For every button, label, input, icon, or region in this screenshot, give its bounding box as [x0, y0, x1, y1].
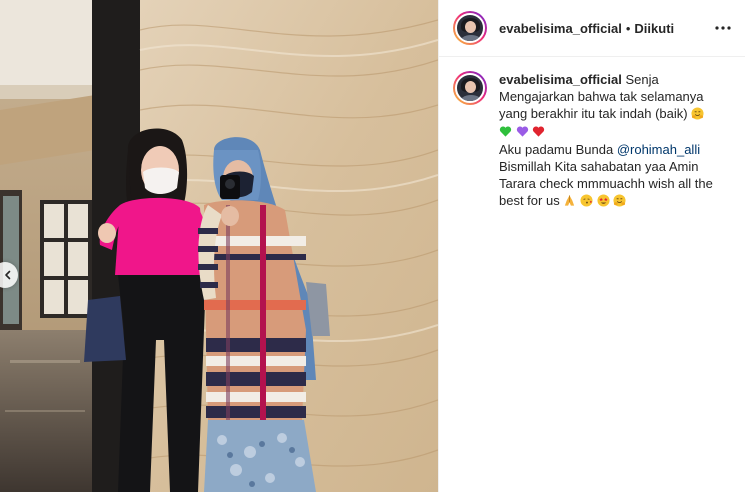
chevron-left-icon	[5, 270, 11, 280]
post-photo[interactable]	[0, 0, 438, 492]
star-struck-icon	[597, 194, 610, 207]
header-username[interactable]: evabelisima_official	[499, 21, 622, 36]
more-options-icon	[715, 26, 731, 30]
post-header: evabelisima_official • Diikuti	[439, 0, 745, 57]
purple-heart-icon	[516, 126, 528, 137]
separator-dot: •	[625, 20, 631, 36]
caption-avatar-image	[455, 73, 485, 103]
caption-first-block: evabelisima_official Senja Mengajarkan b…	[499, 71, 719, 122]
caption-username[interactable]: evabelisima_official	[499, 72, 622, 87]
hearts-row	[499, 123, 719, 140]
caption-third-block: Bismillah Kita sahabatan yaa Amin Tarara…	[499, 158, 719, 209]
caption-line-2: Aku padamu Bunda	[499, 142, 617, 157]
post-caption: evabelisima_official Senja Mengajarkan b…	[439, 57, 745, 209]
avatar[interactable]	[453, 11, 487, 45]
more-options-button[interactable]	[711, 16, 735, 40]
mention-link[interactable]: @rohimah_alli	[617, 142, 700, 157]
follow-status-button[interactable]: Diikuti	[634, 21, 674, 36]
folded-hands-icon	[565, 195, 575, 206]
instagram-post: evabelisima_official • Diikuti evabelisi…	[0, 0, 745, 492]
caption-avatar[interactable]	[453, 71, 487, 105]
post-sidebar: evabelisima_official • Diikuti evabelisi…	[438, 0, 745, 492]
red-heart-icon	[533, 126, 545, 137]
face-blowing-kiss-icon	[580, 194, 593, 207]
green-heart-icon	[499, 126, 512, 137]
hugging-face-icon	[691, 107, 704, 120]
avatar-image	[455, 13, 485, 43]
post-image	[0, 0, 438, 492]
caption-text: evabelisima_official Senja Mengajarkan b…	[499, 71, 719, 209]
hugging-face-icon-2	[613, 194, 626, 207]
caption-second-block: Aku padamu Bunda @rohimah_alli	[499, 141, 719, 158]
